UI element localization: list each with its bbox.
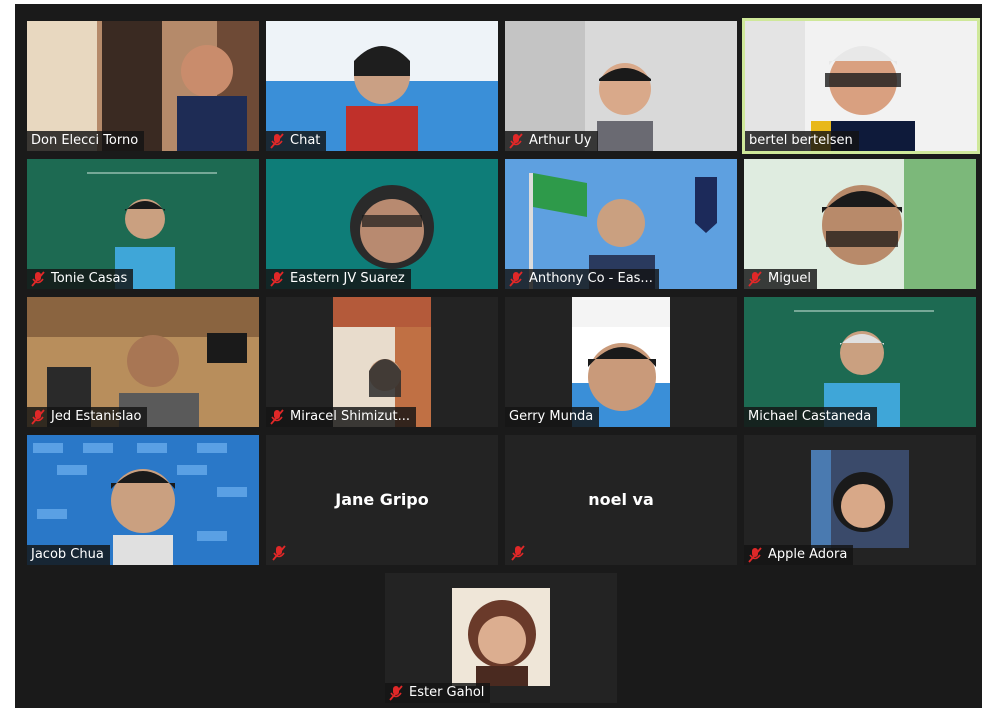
mic-muted-icon: [270, 133, 284, 149]
mic-muted-icon: [389, 685, 403, 701]
participant-name-placeholder: noel va: [588, 490, 654, 509]
video-gallery: Don Elecci Torno Chat Arthur Uy bertel b…: [15, 4, 982, 708]
participant-tile-anthony[interactable]: Anthony Co - Eas...: [505, 159, 737, 289]
participant-name-label: Tonie Casas: [27, 269, 134, 289]
participant-name-label: Anthony Co - Eas...: [505, 269, 659, 289]
participant-name-label: Arthur Uy: [505, 131, 598, 151]
participant-tile-jacob[interactable]: Jacob Chua: [27, 435, 259, 565]
participant-tile-miracel[interactable]: Miracel Shimizut...: [266, 297, 498, 427]
participant-name-label: Ester Gahol: [385, 683, 491, 703]
participant-name-label: Gerry Munda: [505, 407, 600, 427]
mic-muted-icon: [270, 409, 284, 425]
mic-muted-icon: [270, 271, 284, 287]
participant-tile-jane[interactable]: Jane Gripo: [266, 435, 498, 565]
participant-tile-don[interactable]: Don Elecci Torno: [27, 21, 259, 151]
participant-tile-eastern[interactable]: Eastern JV Suarez: [266, 159, 498, 289]
participant-name-label: Jed Estanislao: [27, 407, 148, 427]
participant-tile-gerry[interactable]: Gerry Munda: [505, 297, 737, 427]
participant-tile-noel[interactable]: noel va: [505, 435, 737, 565]
mic-muted-icon: [272, 545, 286, 561]
participant-tile-michael[interactable]: Michael Castaneda: [744, 297, 976, 427]
participant-tile-miguel[interactable]: Miguel: [744, 159, 976, 289]
participant-name-placeholder: Jane Gripo: [335, 490, 429, 509]
participant-name-label: Miracel Shimizut...: [266, 407, 416, 427]
participant-tile-bertel[interactable]: bertel bertelsen: [742, 18, 980, 154]
mic-muted-icon: [509, 271, 523, 287]
participant-name-label: Michael Castaneda: [744, 407, 878, 427]
mic-muted-icon: [748, 547, 762, 563]
mic-muted-icon: [31, 409, 45, 425]
participant-video: [452, 588, 550, 686]
mic-muted-icon: [511, 545, 525, 561]
mic-muted-icon: [31, 271, 45, 287]
participant-tile-apple[interactable]: Apple Adora: [744, 435, 976, 565]
participant-name-label: Jacob Chua: [27, 545, 110, 565]
participant-tile-ester[interactable]: Ester Gahol: [385, 573, 617, 703]
participant-tile-tonie[interactable]: Tonie Casas: [27, 159, 259, 289]
mic-muted-icon: [509, 133, 523, 149]
participant-video: [811, 450, 909, 548]
participant-tile-arthur[interactable]: Arthur Uy: [505, 21, 737, 151]
participant-tile-chat[interactable]: Chat: [266, 21, 498, 151]
participant-name-label: Don Elecci Torno: [27, 131, 145, 151]
participant-name-label: bertel bertelsen: [745, 131, 859, 151]
participant-name-label: Chat: [266, 131, 327, 151]
participant-name-label: Eastern JV Suarez: [266, 269, 411, 289]
participant-name-label: Apple Adora: [744, 545, 854, 565]
mic-muted-icon: [748, 271, 762, 287]
participant-name-label: Miguel: [744, 269, 817, 289]
participant-tile-jed[interactable]: Jed Estanislao: [27, 297, 259, 427]
